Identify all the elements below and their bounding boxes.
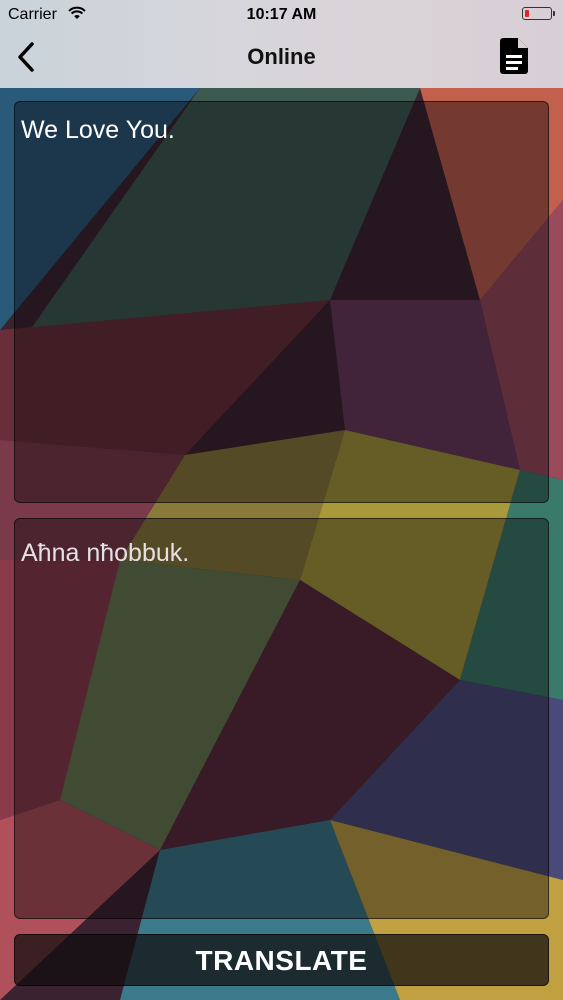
translate-button[interactable]: TRANSLATE (14, 934, 549, 986)
translate-button-label: TRANSLATE (195, 945, 368, 976)
document-icon[interactable] (500, 38, 528, 74)
battery-icon (522, 7, 555, 20)
page-title: Online (247, 44, 316, 69)
status-bar: Carrier 10:17 AM (0, 0, 563, 30)
translated-text: Aħna nħobbuk. (21, 539, 190, 567)
clock: 10:17 AM (246, 6, 317, 23)
navigation-header: Carrier 10:17 AM Online (0, 0, 563, 88)
source-text-area[interactable]: We Love You. (14, 101, 549, 503)
source-text: We Love You. (21, 116, 175, 144)
translation-text-area[interactable]: Aħna nħobbuk. (14, 518, 549, 919)
